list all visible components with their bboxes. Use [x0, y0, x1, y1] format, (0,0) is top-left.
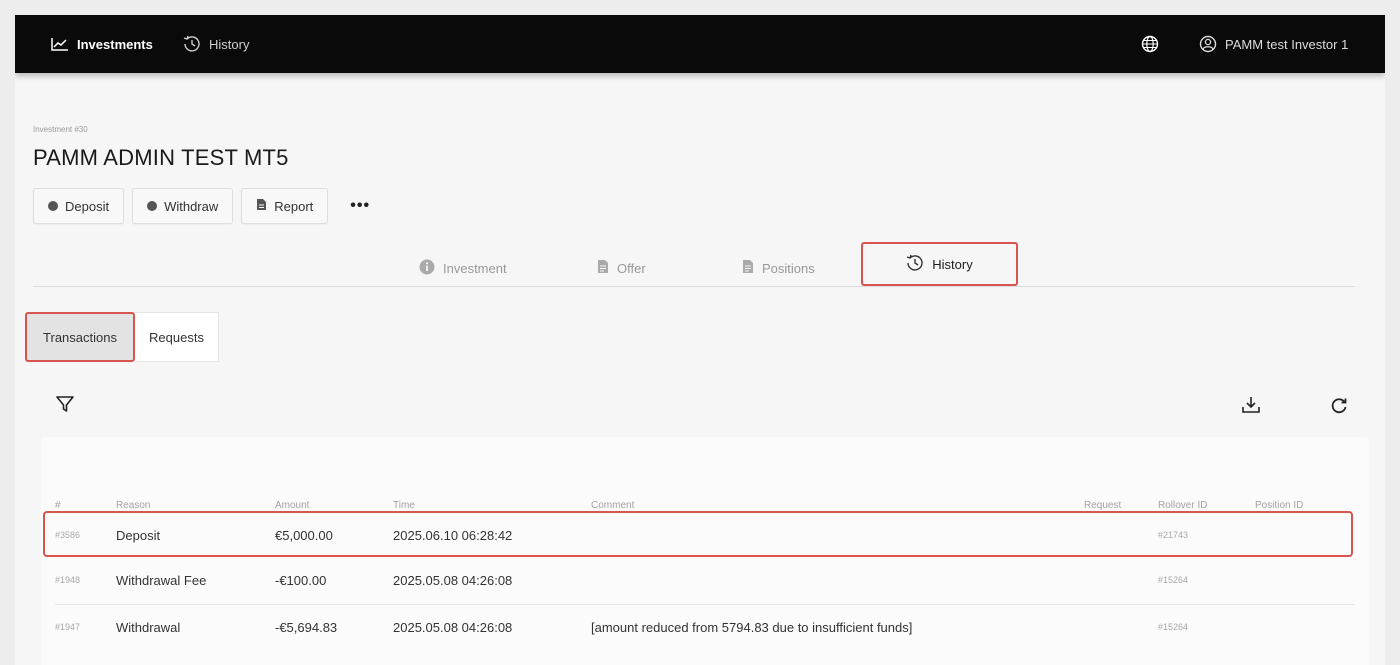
column-header: #	[55, 500, 61, 511]
download-icon[interactable]	[1241, 395, 1261, 420]
tab-positions-label: Positions	[762, 260, 815, 276]
document-icon	[597, 259, 609, 277]
coin-icon	[147, 201, 158, 211]
row-reason: Withdrawal	[116, 619, 181, 635]
column-header: Position ID	[1255, 500, 1304, 511]
deposit-button[interactable]: Deposit	[33, 188, 125, 224]
page-title: PAMM ADMIN TEST MT5	[33, 145, 289, 170]
column-header: Reason	[116, 500, 151, 511]
row-id: #1948	[55, 575, 81, 585]
column-header: Request	[1084, 500, 1122, 511]
row-rollover-id[interactable]: #15264	[1158, 605, 1188, 649]
report-label: Report	[274, 198, 314, 214]
action-bar: Deposit Withdraw Report •••	[33, 188, 370, 224]
history-icon	[183, 35, 201, 53]
subtab-requests[interactable]: Requests	[135, 312, 219, 362]
table-row[interactable]: #1947 Withdrawal -€5,694.83 2025.05.08 0…	[41, 605, 1369, 649]
chart-line-icon	[51, 37, 69, 51]
user-name: PAMM test Investor 1	[1225, 36, 1349, 52]
user-circle-icon	[1199, 35, 1217, 53]
column-header: Time	[393, 500, 415, 511]
transactions-table: # Reason Amount Time Comment Request Rol…	[41, 437, 1369, 665]
row-reason: Withdrawal Fee	[116, 572, 207, 588]
filter-icon[interactable]	[55, 395, 75, 418]
row-amount: -€100.00	[275, 572, 327, 588]
refresh-icon[interactable]	[1329, 395, 1349, 420]
row-time: 2025.05.08 04:26:08	[393, 572, 513, 588]
tab-history-label: History	[932, 256, 973, 272]
document-icon	[742, 259, 754, 277]
info-icon	[419, 259, 435, 278]
coin-icon	[48, 201, 58, 211]
report-button[interactable]: Report	[241, 188, 329, 224]
column-header: Rollover ID	[1158, 500, 1208, 511]
tab-history[interactable]: History	[861, 242, 1018, 286]
subtab-transactions[interactable]: Transactions	[25, 312, 135, 362]
nav-history[interactable]: History	[183, 15, 249, 73]
row-time: 2025.05.08 04:26:08	[393, 619, 513, 635]
report-icon	[256, 198, 267, 214]
row-rollover-id[interactable]: #15264	[1158, 558, 1188, 602]
withdraw-label: Withdraw	[164, 198, 219, 214]
investment-label: Investment #30	[33, 125, 88, 134]
more-actions-button[interactable]: •••	[350, 197, 370, 215]
withdraw-button[interactable]: Withdraw	[132, 188, 234, 224]
row-comment: [amount reduced from 5794.83 due to insu…	[591, 619, 913, 635]
tab-positions[interactable]: Positions	[742, 251, 815, 285]
row-id: #1947	[55, 622, 81, 632]
nav-investments-label: Investments	[77, 36, 153, 52]
tab-investment-label: Investment	[443, 260, 507, 276]
user-menu[interactable]: PAMM test Investor 1	[1199, 15, 1348, 73]
tab-offer[interactable]: Offer	[597, 251, 646, 285]
column-header: Amount	[275, 500, 310, 511]
row-amount: -€5,694.83	[275, 619, 338, 635]
top-nav: Investments History PAMM test Investor 1	[15, 15, 1385, 73]
tabs-divider	[33, 286, 1355, 287]
language-button[interactable]	[1141, 15, 1159, 73]
nav-history-label: History	[209, 36, 250, 52]
row-highlight	[43, 511, 1353, 557]
tab-investment[interactable]: Investment	[419, 251, 507, 285]
history-icon	[906, 254, 924, 275]
deposit-label: Deposit	[65, 198, 110, 214]
nav-investments[interactable]: Investments	[51, 15, 153, 73]
globe-icon	[1141, 35, 1159, 53]
tab-offer-label: Offer	[617, 260, 646, 276]
sub-tabs: Transactions Requests	[25, 312, 219, 362]
table-row[interactable]: #1948 Withdrawal Fee -€100.00 2025.05.08…	[41, 558, 1369, 602]
column-header: Comment	[591, 500, 635, 511]
app-frame: Investments History PAMM test Investor 1…	[15, 15, 1385, 665]
